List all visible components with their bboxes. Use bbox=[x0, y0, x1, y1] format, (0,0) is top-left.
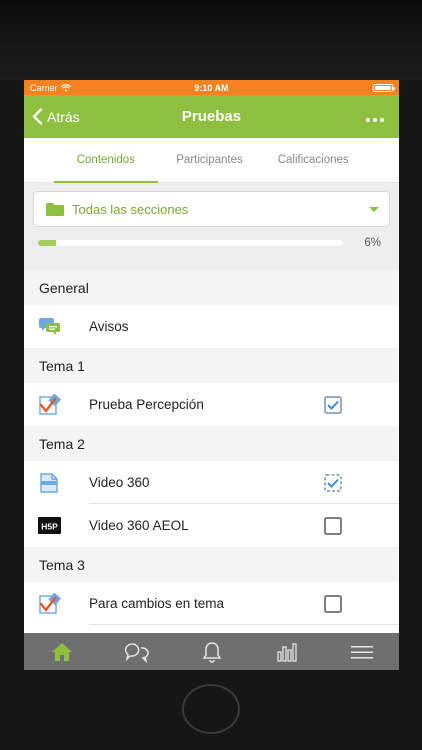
course-progress: 6% bbox=[33, 227, 390, 259]
messages-tab[interactable] bbox=[123, 640, 151, 664]
main-menu-tab[interactable] bbox=[348, 640, 376, 664]
home-icon bbox=[51, 642, 72, 661]
activity-name: Video 360 AEOL bbox=[89, 518, 189, 533]
chevron-left-icon bbox=[32, 108, 43, 125]
top-app-bar: Atrás Pruebas bbox=[24, 95, 399, 138]
tab-contenidos[interactable]: Contenidos bbox=[54, 138, 158, 183]
grades-tab[interactable] bbox=[273, 640, 301, 664]
tab-calificaciones[interactable]: Calificaciones bbox=[261, 138, 365, 182]
home-tab[interactable] bbox=[48, 640, 76, 664]
activity-item-avisos[interactable]: Avisos bbox=[24, 305, 399, 348]
filter-area: Todas las secciones 6% bbox=[24, 183, 399, 270]
checkbox-auto-checked-icon bbox=[324, 473, 342, 492]
activity-item-para-cambios-en-tema[interactable]: Para cambios en tema bbox=[24, 582, 399, 625]
section-header-general: General bbox=[24, 270, 399, 305]
activity-item-video-360[interactable]: Video 360 bbox=[24, 461, 399, 504]
device-frame bbox=[0, 0, 422, 80]
back-button[interactable]: Atrás bbox=[24, 108, 80, 125]
activity-name: Video 360 bbox=[89, 475, 150, 490]
section-header-tema-3: Tema 3 bbox=[24, 547, 399, 582]
checkbox-unchecked-icon[interactable] bbox=[324, 594, 342, 613]
status-bar: Carrier 9:10 AM bbox=[24, 80, 399, 95]
activity-name: Avisos bbox=[89, 319, 129, 334]
checkbox-checked-icon[interactable] bbox=[324, 395, 342, 414]
activity-name: Para cambios en tema bbox=[89, 596, 225, 611]
quiz-icon bbox=[38, 393, 62, 416]
progress-fill bbox=[38, 240, 57, 246]
menu-icon bbox=[350, 645, 373, 658]
quiz-icon bbox=[38, 592, 62, 615]
more-horizontal-icon bbox=[366, 118, 384, 122]
app-screen: Carrier 9:10 AM Atrás Pruebas Contenidos… bbox=[24, 80, 399, 670]
bottom-tab-bar bbox=[24, 633, 399, 670]
section-header-tema-1: Tema 1 bbox=[24, 348, 399, 383]
progress-percent: 6% bbox=[364, 237, 381, 249]
svg-text:H5P: H5P bbox=[41, 521, 58, 531]
notifications-tab[interactable] bbox=[198, 640, 226, 664]
checkbox-unchecked-icon[interactable] bbox=[324, 516, 342, 535]
grades-icon bbox=[276, 642, 297, 662]
section-header-tema-2: Tema 2 bbox=[24, 426, 399, 461]
activity-name: Prueba Percepción bbox=[89, 397, 204, 412]
device-home-button[interactable] bbox=[182, 684, 240, 734]
progress-track bbox=[38, 240, 343, 246]
section-select-label: Todas las secciones bbox=[72, 201, 189, 217]
caret-down-icon bbox=[369, 206, 379, 212]
chat-icon bbox=[124, 642, 149, 663]
folder-icon bbox=[46, 202, 64, 216]
status-time: 9:10 AM bbox=[194, 82, 229, 93]
tab-participantes[interactable]: Participantes bbox=[158, 138, 262, 182]
activity-item-video-360-aeol[interactable]: H5P Video 360 AEOL bbox=[24, 504, 399, 547]
activity-item-prueba-percepcion[interactable]: Prueba Percepción bbox=[24, 383, 399, 426]
section-select[interactable]: Todas las secciones bbox=[33, 191, 390, 227]
more-options-button[interactable] bbox=[365, 107, 385, 128]
page-icon bbox=[38, 472, 62, 494]
forum-icon bbox=[38, 316, 62, 338]
h5p-icon: H5P bbox=[38, 515, 62, 537]
page-title: Pruebas bbox=[181, 108, 242, 125]
course-tabs: Contenidos Participantes Calificaciones bbox=[24, 138, 399, 183]
back-label: Atrás bbox=[47, 108, 80, 125]
battery-icon bbox=[373, 83, 395, 92]
bell-icon bbox=[202, 641, 221, 663]
